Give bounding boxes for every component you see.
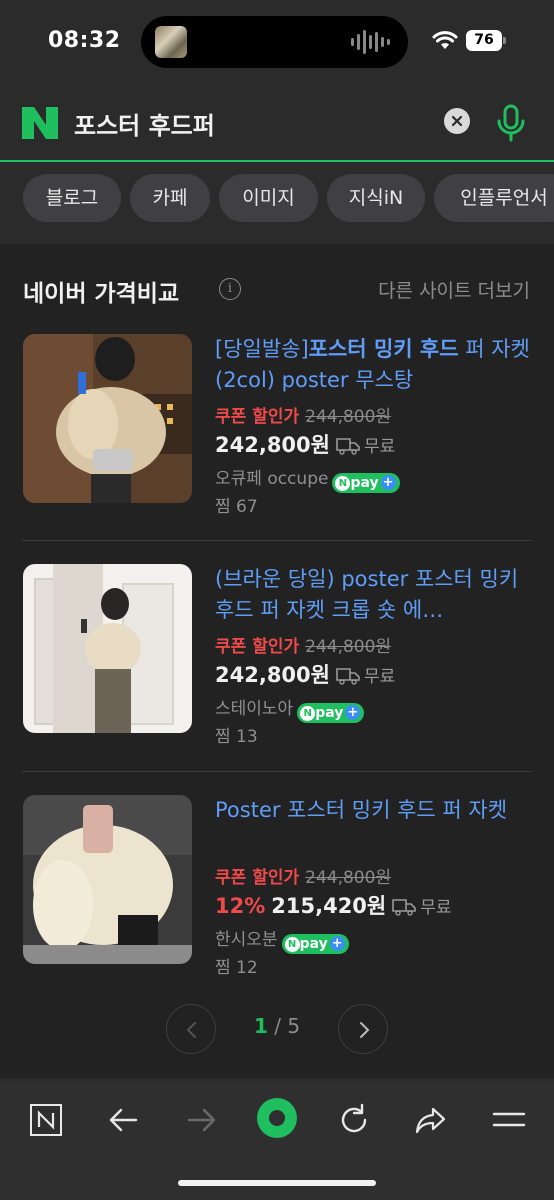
product-thumbnail[interactable] (23, 795, 192, 964)
product-title[interactable]: (브라운 당일) poster 포스터 밍키 후드 퍼 자켓 크롭 숏 에… (215, 564, 535, 626)
status-time: 08:32 (48, 28, 121, 53)
truck-icon (336, 668, 360, 685)
product-item[interactable]: [당일발송]포스터 밍키 후드 퍼 자켓 (2col) poster 무스탕 쿠… (0, 334, 554, 564)
total-pages: / 5 (274, 1014, 301, 1038)
coupon-label: 쿠폰 할인가 (215, 407, 300, 427)
coupon-row: 쿠폰 할인가 244,800원 (215, 863, 391, 888)
shipping-label: 무료 (363, 667, 396, 687)
product-photo-3 (23, 795, 192, 964)
status-bar: 08:32 76 (0, 0, 554, 82)
seller-name: 오큐페 occupe (215, 469, 329, 489)
clear-search-button[interactable] (444, 108, 470, 134)
chip-blog[interactable]: 블로그 (23, 174, 121, 222)
seller-row[interactable]: 오큐페 occupe Npay + (215, 464, 400, 493)
menu-icon[interactable] (489, 1100, 529, 1140)
divider (22, 540, 532, 541)
shipping-label: 무료 (420, 898, 452, 918)
npay-badge: Npay + (281, 934, 349, 954)
green-dot-icon[interactable] (255, 1096, 299, 1140)
chevron-right-icon (360, 1022, 370, 1038)
sale-price: 215,420원 (271, 894, 387, 918)
home-indicator[interactable] (178, 1180, 376, 1186)
coupon-row: 쿠폰 할인가 244,800원 (215, 402, 391, 427)
title-prefix: [당일발송] (215, 337, 309, 361)
seller-name: 한시오분 (215, 930, 278, 950)
dynamic-island[interactable] (141, 16, 408, 68)
npay-badge: Npay + (297, 703, 365, 723)
mic-icon[interactable] (494, 104, 528, 142)
search-bar: 포스터 후드퍼 (0, 82, 554, 162)
zzim-count: 찜 13 (215, 727, 258, 747)
price-row: 242,800원 무료 (215, 659, 395, 689)
chevron-left-icon (186, 1022, 196, 1038)
next-page-button[interactable] (338, 1004, 388, 1054)
product-title[interactable]: [당일발송]포스터 밍키 후드 퍼 자켓 (2col) poster 무스탕 (215, 334, 535, 396)
truck-icon (392, 899, 417, 916)
page-indicator: 1 / 5 (230, 1014, 324, 1038)
product-title[interactable]: Poster 포스터 밍키 후드 퍼 자켓 (215, 795, 535, 826)
product-item[interactable]: Poster 포스터 밍키 후드 퍼 자켓 쿠폰 할인가 244,800원 12%… (0, 795, 554, 1025)
product-thumbnail[interactable] (23, 564, 192, 733)
title-text: Poster 포스터 밍키 후드 퍼 자켓 (215, 798, 508, 822)
title-text: (브라운 당일) poster 포스터 밍키 후드 퍼 자켓 크롭 숏 에… (215, 567, 519, 622)
discount-rate: 12% (215, 894, 266, 918)
product-item[interactable]: (브라운 당일) poster 포스터 밍키 후드 퍼 자켓 크롭 숏 에… 쿠… (0, 564, 554, 794)
sale-price: 242,800원 (215, 663, 330, 687)
title-highlight: 포스터 밍키 후드 (308, 337, 459, 361)
forward-arrow-icon[interactable] (181, 1100, 221, 1140)
close-icon (451, 115, 463, 127)
npay-label: pay (315, 705, 344, 721)
shipping-label: 무료 (363, 437, 396, 457)
naver-home-icon[interactable] (26, 1100, 66, 1140)
coupon-row: 쿠폰 할인가 244,800원 (215, 632, 391, 657)
original-price: 244,800원 (305, 637, 392, 657)
product-photo-2 (23, 564, 192, 733)
price-row: 12% 215,420원 무료 (215, 890, 452, 920)
share-icon[interactable] (411, 1100, 451, 1140)
sale-price: 242,800원 (215, 433, 330, 457)
divider (22, 771, 532, 772)
product-photo-1 (23, 334, 192, 503)
price-row: 242,800원 무료 (215, 429, 395, 459)
npay-label: pay (299, 936, 328, 952)
original-price: 244,800원 (305, 407, 392, 427)
more-sites-link[interactable]: 다른 사이트 더보기 (378, 276, 530, 303)
chip-cafe[interactable]: 카페 (130, 174, 210, 222)
info-icon[interactable]: i (219, 278, 241, 300)
wifi-icon (432, 31, 458, 49)
refresh-icon[interactable] (334, 1100, 374, 1140)
category-chips: 블로그 카페 이미지 지식iN 인플루언서 (0, 162, 554, 232)
seller-row[interactable]: 한시오분 Npay + (215, 925, 349, 954)
coupon-label: 쿠폰 할인가 (215, 868, 300, 888)
price-compare-card: 네이버 가격비교 i 다른 사이트 더보기 [당일발송]포스터 밍키 후드 퍼 … (0, 244, 554, 1078)
zzim-count: 찜 67 (215, 497, 258, 517)
original-price: 244,800원 (305, 868, 392, 888)
seller-name: 스테이노아 (215, 699, 294, 719)
back-arrow-icon[interactable] (104, 1100, 144, 1140)
battery-tip (503, 37, 506, 44)
zzim-count: 찜 12 (215, 958, 258, 978)
chip-image[interactable]: 이미지 (219, 174, 318, 222)
audio-wave-icon (351, 29, 390, 55)
prev-page-button[interactable] (166, 1004, 216, 1054)
chip-influencer[interactable]: 인플루언서 (434, 174, 554, 222)
now-playing-artwork (155, 26, 187, 58)
product-thumbnail[interactable] (23, 334, 192, 503)
npay-label: pay (350, 475, 379, 491)
search-input[interactable]: 포스터 후드퍼 (74, 106, 215, 141)
coupon-label: 쿠폰 할인가 (215, 637, 300, 657)
chip-kin[interactable]: 지식iN (327, 174, 425, 222)
truck-icon (336, 438, 360, 455)
seller-row[interactable]: 스테이노아 Npay + (215, 694, 365, 723)
current-page: 1 (253, 1014, 268, 1038)
section-title: 네이버 가격비교 (23, 281, 180, 307)
naver-logo-icon[interactable] (22, 107, 58, 139)
npay-badge: Npay + (332, 473, 400, 493)
battery-indicator: 76 (466, 30, 502, 51)
